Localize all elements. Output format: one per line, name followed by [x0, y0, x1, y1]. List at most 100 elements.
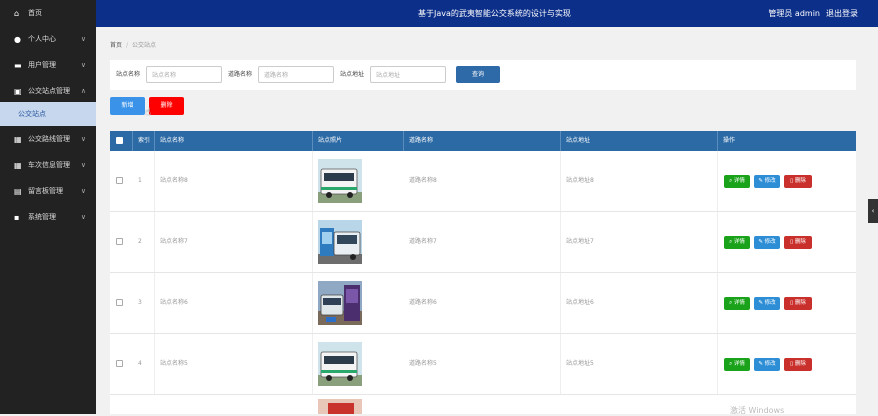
- station-photo: [318, 342, 362, 386]
- header-station-photo: 站点照片: [313, 131, 404, 151]
- chevron-up-icon: ∧: [80, 87, 86, 95]
- row-checkbox[interactable]: [116, 360, 123, 367]
- folder-icon: ▬: [14, 60, 22, 70]
- row-index: 4: [133, 334, 155, 394]
- logout-link[interactable]: 退出登录: [826, 9, 858, 18]
- row-station-address: 站点地址6: [561, 273, 718, 333]
- sidebar: ⌂ 首页 ● 个人中心 ∨ ▬ 用户管理 ∨ ▣ 公交站点管理 ∧ 公交站点 ▦…: [0, 0, 96, 414]
- row-route-name: 道路名称5: [404, 334, 561, 394]
- add-button[interactable]: 新增: [110, 97, 145, 115]
- row-index: 1: [133, 151, 155, 211]
- station-photo: [318, 399, 362, 414]
- chevron-down-icon: ∨: [80, 161, 86, 169]
- row-delete-button[interactable]: ▯ 删除: [784, 358, 812, 371]
- edit-label: 修改: [764, 239, 776, 245]
- delete-button[interactable]: 删除: [149, 97, 184, 115]
- sidebar-item-system[interactable]: ▪ 系统管理 ∨: [0, 204, 96, 230]
- delete-label: 删除: [794, 361, 806, 367]
- grid-icon: ▦: [14, 160, 22, 170]
- sidebar-item-label: 首页: [28, 9, 42, 17]
- detail-button[interactable]: ⌕ 详情: [724, 297, 750, 310]
- row-index: 2: [133, 212, 155, 272]
- search-icon: ⌕: [729, 361, 733, 367]
- row-station-name: 站点名称8: [155, 151, 313, 211]
- station-address-input[interactable]: 站点地址: [370, 66, 446, 83]
- search-icon: ⌕: [729, 178, 733, 184]
- station-name-input[interactable]: 站点名称: [146, 66, 222, 83]
- edit-label: 修改: [764, 361, 776, 367]
- chevron-down-icon: ∨: [80, 187, 86, 195]
- side-panel-toggle[interactable]: ‹: [868, 199, 878, 223]
- edit-label: 修改: [764, 300, 776, 306]
- station-photo: [318, 159, 362, 203]
- chevron-down-icon: ∨: [80, 213, 86, 221]
- user-area: 管理员 admin 退出登录: [768, 0, 858, 27]
- table-row: 4 站点名称5 道路名称5 站点地址5 ⌕ 详情 ✎ 修改 ▯ 删除: [110, 334, 856, 395]
- route-name-input[interactable]: 道路名称: [258, 66, 334, 83]
- detail-button[interactable]: ⌕ 详情: [724, 358, 750, 371]
- delete-label: 删除: [794, 239, 806, 245]
- windows-watermark: 激活 Windows: [730, 406, 785, 415]
- sidebar-item-label: 车次信息管理: [28, 161, 70, 169]
- row-station-address: 站点地址5: [561, 334, 718, 394]
- chevron-down-icon: ∨: [80, 35, 86, 43]
- sidebar-item-label: 用户管理: [28, 61, 56, 69]
- user-name: 管理员 admin: [768, 9, 820, 18]
- edit-button[interactable]: ✎ 修改: [754, 358, 780, 371]
- bus-icon: ▣: [14, 86, 22, 96]
- row-checkbox[interactable]: [116, 238, 123, 245]
- settings-icon: ▪: [14, 212, 20, 222]
- sidebar-item-users[interactable]: ▬ 用户管理 ∨: [0, 52, 96, 78]
- select-all-checkbox[interactable]: [116, 137, 123, 144]
- station-photo: [318, 220, 362, 264]
- edit-button[interactable]: ✎ 修改: [754, 236, 780, 249]
- search-button[interactable]: 查询: [456, 66, 500, 83]
- chevron-left-icon: ‹: [871, 207, 875, 215]
- detail-button[interactable]: ⌕ 详情: [724, 175, 750, 188]
- search-panel: 站点名称 站点名称 道路名称 道路名称 站点地址 站点地址 查询: [110, 60, 856, 90]
- station-name-label: 站点名称: [116, 71, 141, 78]
- detail-label: 详情: [733, 239, 745, 245]
- sidebar-subitem-label: 公交站点: [18, 110, 46, 118]
- sidebar-item-routes[interactable]: ▦ 公交路线管理 ∨: [0, 126, 96, 152]
- sidebar-item-label: 公交路线管理: [28, 135, 70, 143]
- sidebar-item-label: 留言板管理: [28, 187, 63, 195]
- row-station-address: 站点地址7: [561, 212, 718, 272]
- edit-button[interactable]: ✎ 修改: [754, 175, 780, 188]
- chevron-down-icon: ∨: [80, 135, 86, 143]
- stations-table: 索引 站点名称 站点照片 道路名称 站点地址 操作 1 站点名称8 道路名称8 …: [110, 131, 856, 414]
- breadcrumb: 首页 / 公交站点: [110, 40, 156, 49]
- page-title: 基于Java的武夷智能公交系统的设计与实现: [418, 9, 571, 18]
- trash-icon: ▯: [790, 300, 794, 306]
- sidebar-item-trips[interactable]: ▦ 车次信息管理 ∨: [0, 152, 96, 178]
- trash-icon: ▯: [790, 178, 794, 184]
- header-station-address: 站点地址: [561, 131, 718, 151]
- sidebar-item-home[interactable]: ⌂ 首页: [0, 0, 96, 26]
- message-icon: ▤: [14, 186, 22, 196]
- detail-label: 详情: [733, 361, 745, 367]
- row-station-name: 站点名称5: [155, 334, 313, 394]
- table-header: 索引 站点名称 站点照片 道路名称 站点地址 操作: [110, 131, 856, 151]
- sidebar-item-messages[interactable]: ▤ 留言板管理 ∨: [0, 178, 96, 204]
- row-delete-button[interactable]: ▯ 删除: [784, 236, 812, 249]
- sidebar-item-stations[interactable]: ▣ 公交站点管理 ∧: [0, 78, 96, 104]
- row-station-name: 站点名称6: [155, 273, 313, 333]
- sidebar-item-profile[interactable]: ● 个人中心 ∨: [0, 26, 96, 52]
- detail-button[interactable]: ⌕ 详情: [724, 236, 750, 249]
- edit-button[interactable]: ✎ 修改: [754, 297, 780, 310]
- trash-icon: ▯: [790, 239, 794, 245]
- row-delete-button[interactable]: ▯ 删除: [784, 175, 812, 188]
- breadcrumb-home[interactable]: 首页: [110, 42, 122, 49]
- sidebar-item-label: 个人中心: [28, 35, 56, 43]
- grid-icon: ▦: [14, 134, 22, 144]
- route-name-label: 道路名称: [228, 71, 253, 78]
- header-select-all[interactable]: [110, 131, 133, 151]
- row-checkbox[interactable]: [116, 299, 123, 306]
- row-station-address: 站点地址8: [561, 151, 718, 211]
- edit-icon: ✎: [758, 361, 763, 367]
- row-delete-button[interactable]: ▯ 删除: [784, 297, 812, 310]
- sidebar-subitem-stations[interactable]: 公交站点: [0, 102, 96, 126]
- user-icon: ●: [14, 34, 21, 44]
- mouse-cursor-icon: ☝: [145, 107, 152, 118]
- row-checkbox[interactable]: [116, 177, 123, 184]
